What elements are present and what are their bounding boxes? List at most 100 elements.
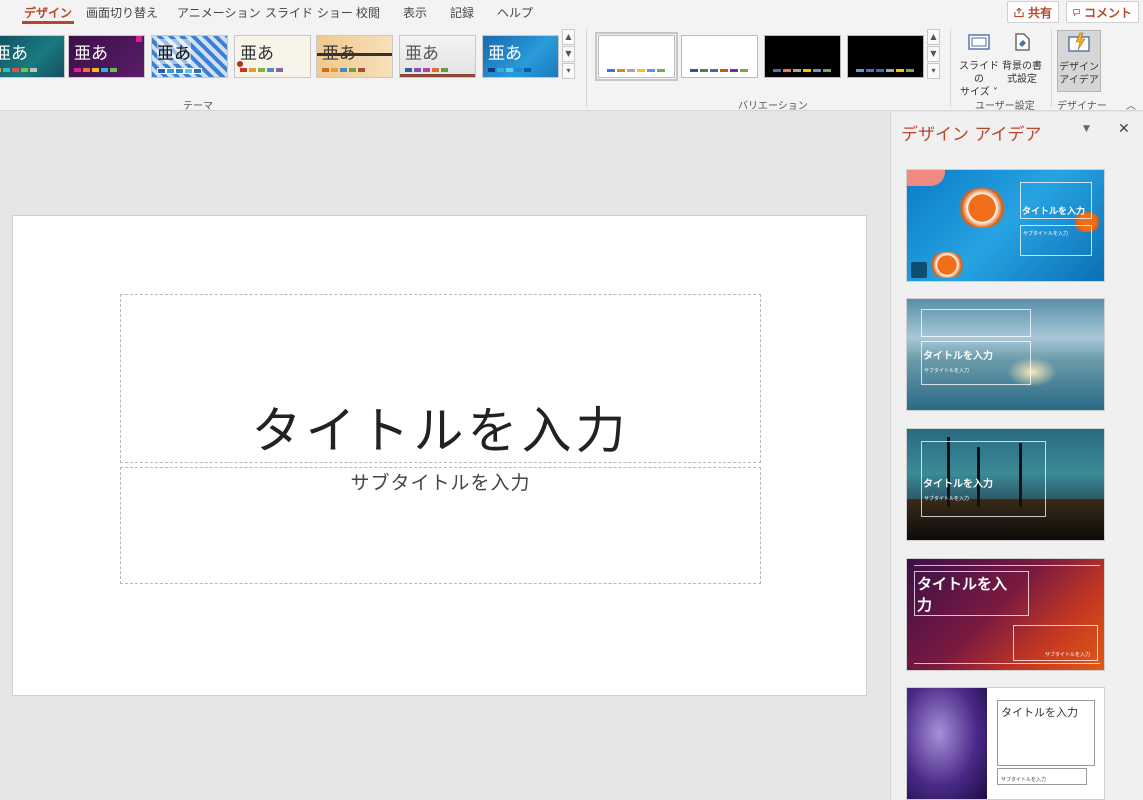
video-icon [911, 262, 927, 278]
format-background-label-line2: 式設定 [1007, 74, 1037, 85]
format-background-button[interactable]: 背景の書 式設定 [1000, 30, 1044, 86]
pane-title: デザイン アイデア [901, 125, 1042, 145]
theme-accent [136, 36, 142, 42]
group-separator [950, 29, 951, 107]
gallery-scroll-down-button[interactable]: ▼ [562, 46, 575, 62]
theme-thumbnail[interactable]: 亜あ [234, 35, 311, 78]
variation-gallery-scroll: ▲ ▼ ▾ [927, 29, 940, 80]
group-separator [1051, 29, 1052, 107]
theme-glyph: 亜あ [488, 44, 522, 64]
group-label-designer: デザイナー [1057, 101, 1107, 112]
share-label: 共有 [1027, 5, 1052, 20]
gallery-more-button[interactable]: ▾ [562, 63, 575, 79]
theme-color-bars [157, 68, 202, 74]
theme-thumbnail[interactable]: 亜あ [0, 35, 65, 78]
theme-thumbnail[interactable]: 亜あ [151, 35, 228, 78]
variation-thumbnail[interactable] [764, 35, 841, 78]
gallery-scroll-down-button[interactable]: ▼ [927, 46, 940, 62]
idea-subtitle: サブタイトルを入力 [1045, 652, 1091, 658]
tab-transitions[interactable]: 画面切り替え [86, 4, 158, 21]
design-ideas-label-line1: デザイン [1059, 62, 1099, 73]
variation-color-bars [773, 69, 831, 72]
idea-title-line2: 力 [917, 596, 933, 614]
idea-title: タイトルを入力 [923, 351, 993, 362]
clownfish-image [927, 252, 967, 278]
theme-thumbnail[interactable]: 亜あ [316, 35, 393, 78]
design-idea-card[interactable]: タイトルを入力 サブタイトルを入力 [906, 298, 1105, 411]
tab-review[interactable]: 校閲 [356, 4, 380, 21]
slide-subtitle: サブタイトルを入力 [350, 472, 531, 494]
slide-editing-area: タイトルを入力 サブタイトルを入力 [0, 112, 890, 800]
comment-label: コメント [1083, 5, 1132, 20]
slide-title: タイトルを入力 [251, 402, 630, 460]
share-button[interactable]: 共有 [1007, 1, 1059, 23]
ribbon-tab-bar: デザイン 画面切り替え アニメーション スライド ショー 校閲 表示 記録 ヘル… [0, 0, 1143, 25]
group-label-variations: バリエーション [738, 101, 808, 112]
gallery-scroll-up-button[interactable]: ▲ [927, 29, 940, 45]
variation-thumbnail[interactable] [595, 32, 678, 81]
theme-accent [237, 61, 243, 67]
design-idea-card[interactable]: タイトルを入力 サブタイトルを入力 [906, 687, 1105, 800]
comment-icon [1073, 8, 1080, 16]
idea-accent-shape [907, 170, 945, 186]
close-icon[interactable]: ✕ [1118, 121, 1130, 137]
share-icon [1014, 7, 1024, 17]
variation-thumbnail[interactable] [847, 35, 924, 78]
theme-color-bars [240, 68, 283, 72]
gallery-more-button[interactable]: ▾ [927, 63, 940, 79]
design-ideas-label-line2: アイデア [1059, 75, 1099, 86]
tab-record[interactable]: 記録 [450, 4, 474, 21]
tab-design[interactable]: デザイン [21, 4, 75, 24]
pane-options-icon[interactable]: ▼ [1083, 124, 1090, 134]
clownfish-image [955, 188, 1009, 228]
theme-gallery-scroll: ▲ ▼ ▾ [562, 29, 575, 80]
theme-glyph: 亜あ [405, 44, 439, 64]
theme-color-bars [0, 68, 37, 72]
theme-thumbnail[interactable]: 亜あ [482, 35, 559, 78]
theme-accent [400, 74, 475, 77]
format-background-label-line1: 背景の書 [1002, 61, 1042, 72]
group-label-customize: ユーザー設定 [975, 101, 1035, 112]
variation-color-bars [856, 69, 914, 72]
theme-thumbnail[interactable]: 亜あ [399, 35, 476, 78]
idea-title-line1: タイトルを入 [917, 575, 1008, 593]
theme-glyph: 亜あ [0, 44, 28, 64]
idea-title: タイトルを入力 [1001, 706, 1078, 719]
galaxy-image [907, 688, 987, 799]
variation-color-bars [607, 69, 665, 72]
subtitle-placeholder[interactable]: サブタイトルを入力 [120, 467, 761, 584]
design-ideas-button[interactable]: デザイン アイデア [1057, 30, 1101, 92]
slide-size-button[interactable]: スライドの サイズ ˅ [957, 30, 1001, 99]
theme-color-bars [74, 68, 117, 72]
idea-subtitle: サブタイトルを入力 [1001, 777, 1047, 783]
theme-glyph: 亜あ [240, 44, 274, 64]
idea-rule [914, 663, 1100, 664]
slide-canvas[interactable]: タイトルを入力 サブタイトルを入力 [12, 215, 867, 696]
title-placeholder[interactable]: タイトルを入力 [120, 294, 761, 463]
tab-slideshow[interactable]: スライド ショー [265, 4, 353, 21]
idea-title: タイトルを入力 [923, 479, 993, 490]
design-idea-card[interactable]: タイトルを入 力 サブタイトルを入力 [906, 558, 1105, 671]
variation-color-bars [690, 69, 748, 72]
gallery-scroll-up-button[interactable]: ▲ [562, 29, 575, 45]
tab-animations[interactable]: アニメーション [177, 4, 261, 21]
design-ideas-pane: デザイン アイデア ▼ ✕ タイトルを入力 サブタイトルを入力 タイトルを入力 … [890, 112, 1143, 800]
ribbon: 亜あ 亜あ 亜あ 亜あ 亜あ 亜あ 亜あ ▲ ▼ ▾ テーマ [0, 25, 1143, 112]
idea-subtitle: サブタイトルを入力 [1023, 231, 1069, 237]
group-separator [586, 29, 587, 107]
collapse-ribbon-icon[interactable]: ︿ [1126, 97, 1136, 112]
variation-thumbnail[interactable] [681, 35, 758, 78]
idea-subtitle: サブタイトルを入力 [924, 368, 970, 374]
tab-help[interactable]: ヘルプ [497, 4, 533, 21]
slide-size-label-line1: スライドの [959, 61, 999, 85]
design-idea-card[interactable]: タイトルを入力 サブタイトルを入力 [906, 428, 1105, 541]
paint-bucket-icon [1015, 33, 1030, 51]
slide-size-icon [968, 34, 990, 50]
design-ideas-icon [1068, 32, 1090, 52]
tab-view[interactable]: 表示 [403, 4, 427, 21]
theme-color-bars [488, 68, 531, 72]
comment-button[interactable]: コメント [1066, 1, 1139, 23]
theme-thumbnail[interactable]: 亜あ [68, 35, 145, 78]
design-idea-card[interactable]: タイトルを入力 サブタイトルを入力 [906, 169, 1105, 282]
theme-glyph: 亜あ [157, 39, 191, 64]
